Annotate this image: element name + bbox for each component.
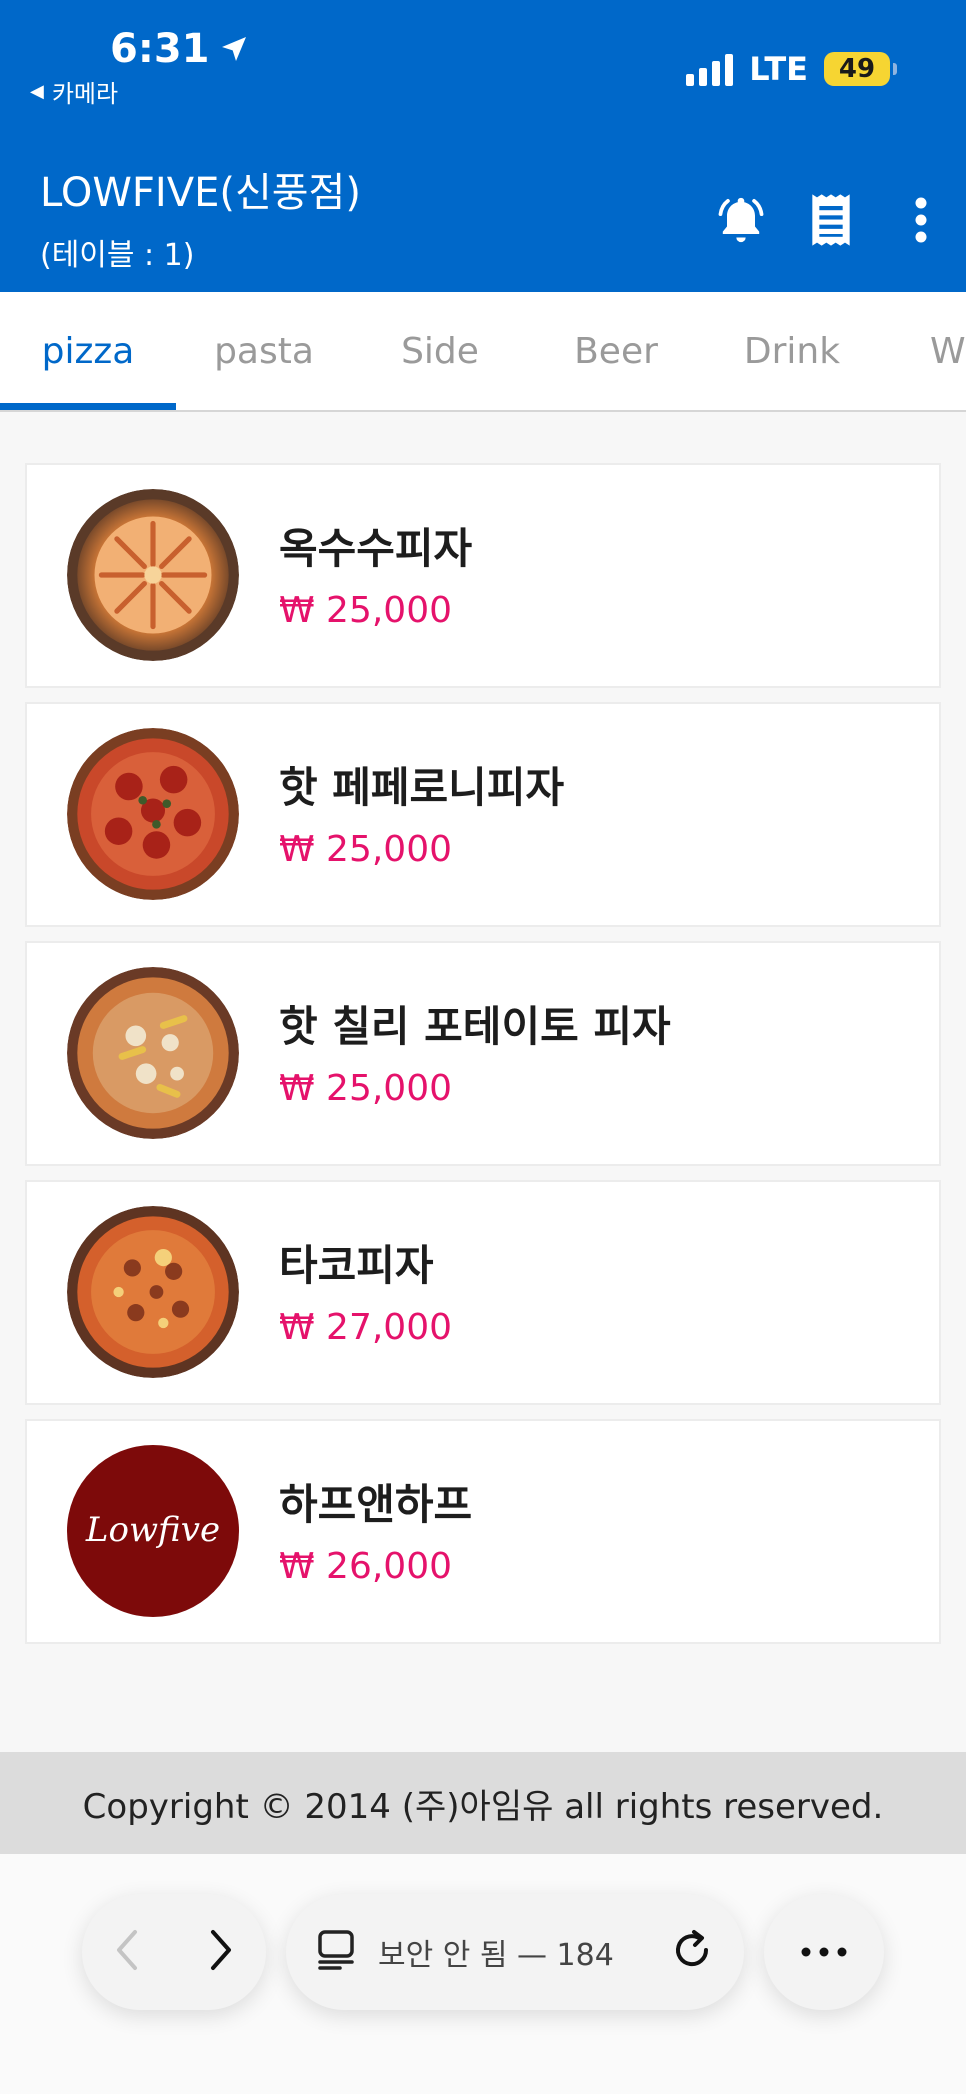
lowfive-logo-thumbnail: Lowfive (67, 1445, 239, 1617)
bell-icon[interactable] (696, 185, 786, 255)
svg-text:Lowfive: Lowfive (85, 1510, 220, 1550)
menu-item-price: ₩ 25,000 (279, 1068, 453, 1109)
network-type: LTE (749, 50, 808, 88)
table-info: (테이블 : 1) (40, 238, 195, 273)
menu-item-name: 핫 칠리 포테이토 피자 (279, 1002, 671, 1051)
pizza-thumbnail (67, 728, 239, 900)
tab-beer[interactable]: Beer (528, 292, 704, 410)
active-tab-indicator (0, 403, 176, 410)
menu-item[interactable]: 핫 칠리 포테이토 피자 ₩ 25,000 (25, 941, 941, 1166)
more-options-button[interactable] (764, 1894, 884, 2010)
tab-w-partial[interactable]: W (880, 292, 966, 410)
pizza-thumbnail (67, 1206, 239, 1378)
back-triangle-icon: ◀ (30, 81, 44, 102)
menu-item-name: 옥수수피자 (279, 524, 473, 573)
status-time: 6:31 (110, 26, 250, 72)
receipt-icon[interactable] (786, 185, 876, 255)
app-header: 6:31 ◀ 카메라 LTE 49 LOWFIVE(신풍점) (테이블 : 1) (0, 0, 966, 292)
tab-pasta[interactable]: pasta (176, 292, 352, 410)
menu-list: 옥수수피자 ₩ 25,000 핫 페페로니피자 ₩ 25,000 핫 칠리 포테… (25, 463, 941, 1658)
menu-item[interactable]: 타코피자 ₩ 27,000 (25, 1180, 941, 1405)
status-indicators: LTE 49 (686, 50, 897, 88)
more-horizontal-icon (801, 1947, 847, 1957)
menu-item-name: 하프앤하프 (279, 1480, 473, 1529)
menu-item[interactable]: Lowfive 하프앤하프 ₩ 26,000 (25, 1419, 941, 1644)
menu-item[interactable]: 핫 페페로니피자 ₩ 25,000 (25, 702, 941, 927)
reload-icon[interactable] (670, 1928, 714, 1976)
store-name: LOWFIVE(신풍점) (40, 170, 361, 216)
copyright-footer: Copyright © 2014 (주)아임유 all rights reser… (0, 1752, 966, 1854)
tab-pizza[interactable]: pizza (0, 292, 176, 410)
menu-item[interactable]: 옥수수피자 ₩ 25,000 (25, 463, 941, 688)
tab-layout-icon[interactable] (316, 1929, 356, 1975)
pizza-thumbnail (67, 489, 239, 661)
back-chevron-icon[interactable] (113, 1928, 143, 1976)
menu-item-name: 타코피자 (279, 1241, 434, 1290)
more-vertical-icon[interactable] (876, 185, 966, 255)
forward-chevron-icon[interactable] (205, 1928, 235, 1976)
address-bar[interactable]: 보안 안 됨 — 184 (286, 1894, 744, 2010)
signal-icon (686, 52, 734, 86)
browser-toolbar: 보안 안 됨 — 184 (0, 1854, 966, 2094)
tab-side[interactable]: Side (352, 292, 528, 410)
menu-item-price: ₩ 25,000 (279, 590, 453, 631)
pizza-thumbnail (67, 967, 239, 1139)
back-to-app[interactable]: ◀ 카메라 (30, 74, 118, 109)
battery-icon: 49 (824, 52, 897, 86)
tab-drink[interactable]: Drink (704, 292, 880, 410)
category-tabs: pizza pasta Side Beer Drink W (0, 292, 966, 412)
menu-item-name: 핫 페페로니피자 (279, 763, 565, 812)
nav-buttons (82, 1894, 266, 2010)
url-text: 보안 안 됨 — 184 (378, 1938, 614, 1973)
menu-item-price: ₩ 26,000 (279, 1546, 453, 1587)
menu-item-price: ₩ 27,000 (279, 1307, 453, 1348)
menu-item-price: ₩ 25,000 (279, 829, 453, 870)
location-arrow-icon (221, 37, 246, 61)
